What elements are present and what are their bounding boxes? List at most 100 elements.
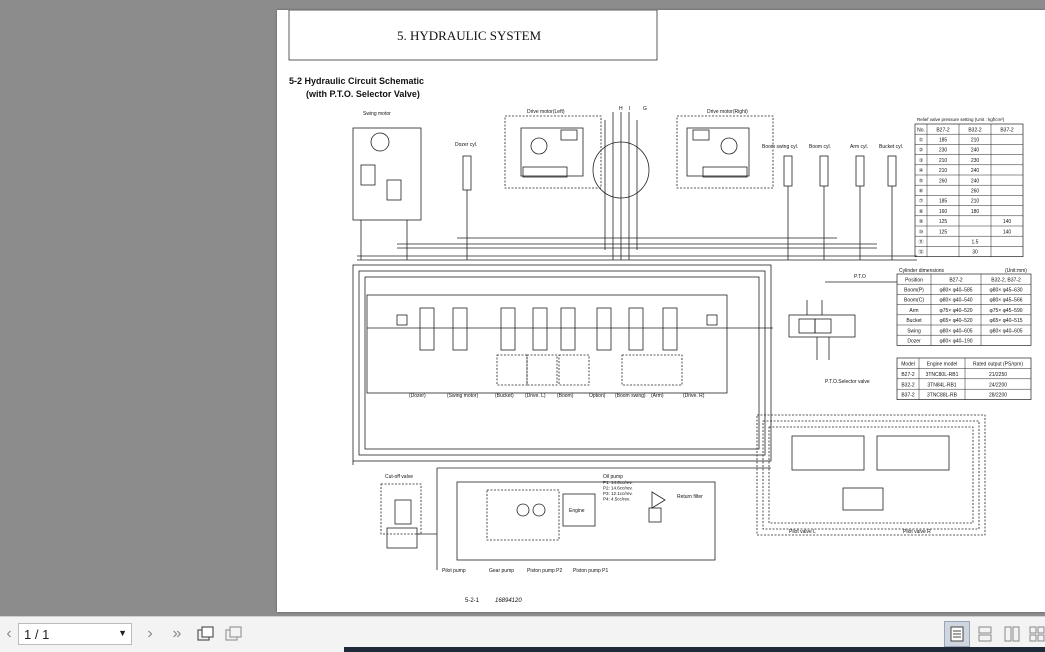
- relief-table-title: Relief valve pressure setting (Unit : kg…: [917, 117, 1005, 122]
- pto-label: P.T.O: [854, 274, 866, 280]
- cutoff-valve-label: Cut-off valve: [385, 474, 413, 480]
- table-cell: φ65× φ40–520: [939, 318, 972, 324]
- hig-i: I: [629, 106, 630, 112]
- table-cell: ①: [919, 138, 924, 144]
- table-header: Rated output (PS/rpm): [973, 361, 1023, 367]
- rotate-icon[interactable]: [195, 623, 217, 645]
- table-cell: 140: [1003, 219, 1012, 225]
- table-header: B32-2, B37-2: [991, 277, 1021, 283]
- table-header: B37-2: [1000, 127, 1014, 133]
- table-cell: φ80× φ40–605: [939, 328, 972, 334]
- table-cell: 210: [939, 168, 948, 174]
- table-header: Model: [901, 361, 915, 367]
- table-cell: φ80× φ40–585: [939, 288, 972, 294]
- table-cell: ⑨: [919, 219, 924, 225]
- two-page-icon[interactable]: [999, 621, 1025, 647]
- pdf-page: 5. HYDRAULIC SYSTEM 5-2 Hydraulic Circui…: [277, 10, 1045, 612]
- pto-selector-valve-label: P.T.O.Selector valve: [825, 379, 870, 385]
- single-page-icon[interactable]: [944, 621, 970, 647]
- section-subtitle: (with P.T.O. Selector Valve): [306, 89, 420, 99]
- table-cell: 230: [939, 148, 948, 154]
- rotate-alt-icon[interactable]: [223, 623, 245, 645]
- continuous-icon[interactable]: [972, 621, 998, 647]
- table-cell: φ80× φ40–190: [939, 339, 972, 345]
- two-page-continuous-icon[interactable]: [1024, 621, 1045, 647]
- table-cell: Dozer: [907, 339, 921, 345]
- pump-spec-line: P3: 12.1cc/rev.: [603, 491, 633, 496]
- table-cell: 240: [971, 168, 980, 174]
- valve-section-label: (Drive. R): [683, 393, 705, 399]
- piston-pump-p1-label: Piston pump P1: [573, 568, 609, 574]
- page-number-select[interactable]: 1 / 1 ▼: [18, 623, 132, 645]
- pump-specs: P1: 14.6cc/rev.P2: 14.6cc/rev.P3: 12.1cc…: [603, 480, 633, 502]
- table-cell: φ80× φ45–566: [989, 298, 1022, 304]
- table-cell: 260: [939, 178, 948, 184]
- table-cell: 185: [939, 199, 948, 205]
- valve-section-label: (Swing motor): [447, 393, 478, 399]
- pump-spec-line: P4: 4.5cc/rev.: [603, 497, 630, 502]
- valve-section-label: (Bucket): [495, 393, 514, 399]
- table-cell: 21/2250: [989, 372, 1007, 378]
- table-cell: Arm: [909, 308, 918, 314]
- document-viewer[interactable]: 5. HYDRAULIC SYSTEM 5-2 Hydraulic Circui…: [0, 0, 1045, 616]
- chevron-down-icon: ▼: [118, 628, 127, 638]
- table-cell: 30: [972, 250, 978, 256]
- table-cell: 210: [939, 158, 948, 164]
- table-cell: 1.5: [972, 240, 979, 246]
- cyl-table-unit: (Unit:mm): [1005, 268, 1027, 274]
- table-cell: φ75× φ40–520: [939, 308, 972, 314]
- table-header: B27-2: [949, 277, 963, 283]
- table-cell: 260: [971, 189, 980, 195]
- table-cell: 185: [939, 138, 948, 144]
- schematic-canvas: 5. HYDRAULIC SYSTEM 5-2 Hydraulic Circui…: [288, 10, 1032, 604]
- table-header: B27-2: [936, 127, 950, 133]
- bucket-cyl-label: Bucket cyl.: [879, 144, 903, 150]
- table-border: [914, 123, 1024, 257]
- footer-page-number: 5-2-1: [465, 598, 480, 604]
- cylinder-dimensions-table: Cylinder dimensions (Unit:mm) Position B27-…: [896, 268, 1032, 346]
- table-cell: ②: [919, 148, 924, 154]
- valve-section-label: Option): [589, 393, 606, 399]
- table-cell: φ65× φ40–515: [989, 318, 1022, 324]
- drive-motor-left-label: Drive motor(Left): [527, 109, 565, 115]
- table-cell: 3TNC88L-RB: [927, 393, 958, 399]
- pilot-valve-l-label: Pilot valve L: [789, 529, 816, 535]
- boom-cyl-label: Boom cyl.: [809, 144, 831, 150]
- table-cell: 3TNC80L-RB1: [926, 372, 959, 378]
- hig-h: H: [619, 106, 623, 112]
- table-cell: B37-2: [901, 393, 915, 399]
- table-cell: ⑧: [919, 209, 924, 215]
- boom-swing-cyl-label: Boom swing cyl.: [762, 144, 798, 150]
- table-header: No.: [917, 127, 925, 133]
- table-cell: ⑩: [919, 229, 924, 235]
- table-cell: 24/2200: [989, 382, 1007, 388]
- valve-section-labels: (Dozer) (Swing motor) (Bucket) (Drive. L) (B…: [409, 393, 705, 399]
- table-cell: 210: [971, 138, 980, 144]
- engine-label: Engine: [569, 508, 585, 514]
- table-header: B32-2: [968, 127, 982, 133]
- valve-section-label: (Dozer): [409, 393, 426, 399]
- pump-spec-line: P2: 14.6cc/rev.: [603, 486, 633, 491]
- chapter-title: 5. HYDRAULIC SYSTEM: [397, 28, 542, 43]
- table-cell: 230: [971, 158, 980, 164]
- prev-arrow-icon[interactable]: ‹: [2, 623, 16, 645]
- table-cell: B32-2: [901, 382, 915, 388]
- hydraulic-lines: [352, 112, 986, 570]
- pump-spec-line: P1: 14.6cc/rev.: [603, 480, 633, 485]
- pilot-valve-r-label: Pilot valve R: [903, 529, 931, 535]
- cyl-table-title: Cylinder dimensions: [899, 268, 945, 274]
- valve-section-label: (Drive. L): [525, 393, 546, 399]
- relief-valve-table: Relief valve pressure setting (Unit : kg…: [914, 117, 1024, 257]
- table-cell: φ80× φ40–605: [989, 328, 1022, 334]
- valve-section-label: (Boom swing): [615, 393, 646, 399]
- table-cell: 140: [1003, 229, 1012, 235]
- swing-motor-label: Swing motor: [363, 111, 391, 117]
- valve-section-label: (Arm): [651, 393, 664, 399]
- return-filter-label: Return filter: [677, 494, 703, 500]
- table-cell: 240: [971, 178, 980, 184]
- table-cell: ⑪: [918, 239, 923, 246]
- next-arrow-icon[interactable]: ›: [142, 623, 158, 645]
- last-page-icon[interactable]: »: [167, 623, 187, 645]
- table-cell: ④: [919, 168, 924, 174]
- table-cell: 125: [939, 219, 948, 225]
